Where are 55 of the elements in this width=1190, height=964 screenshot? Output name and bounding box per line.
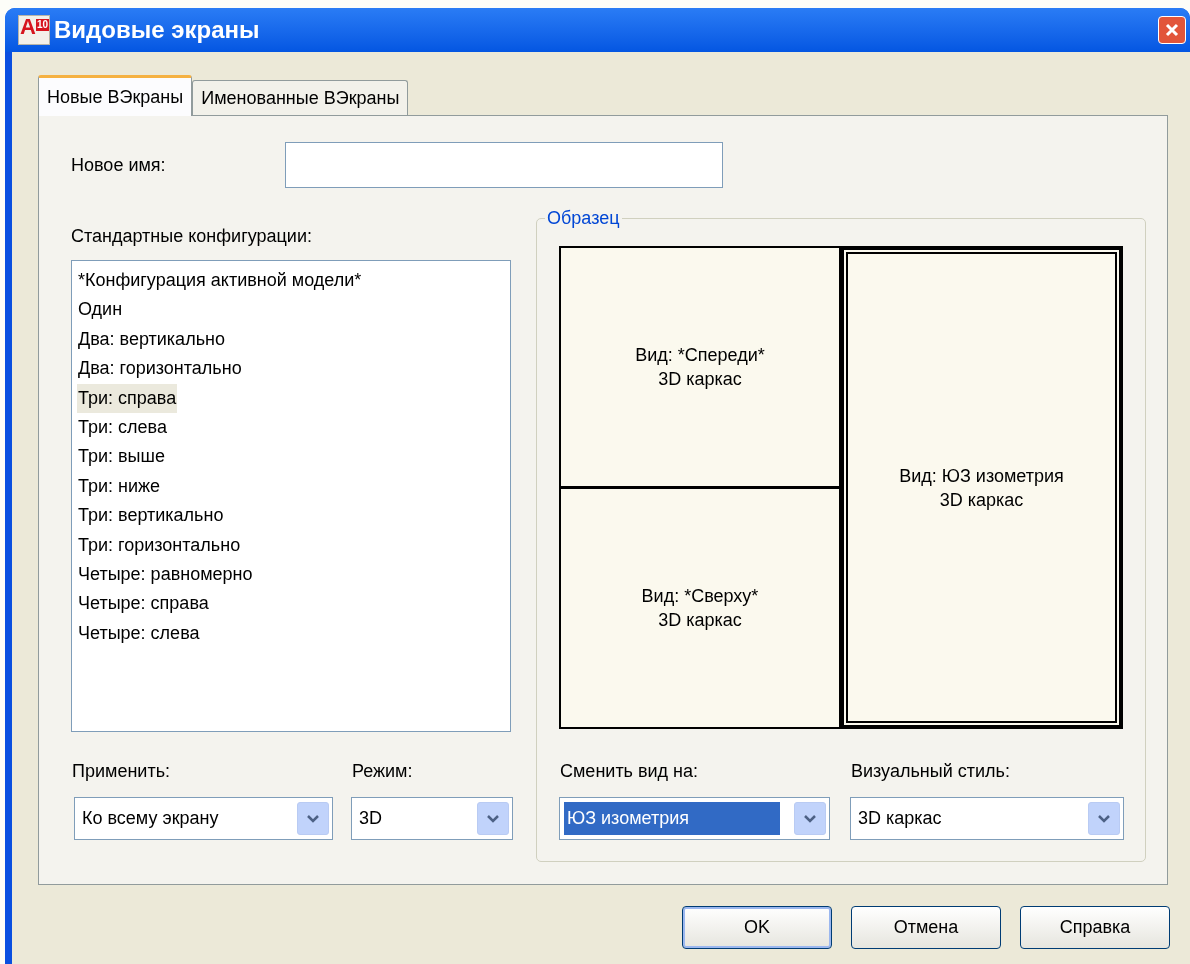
dropdown-value: ЮЗ изометрия [564,802,780,835]
chevron-down-icon [1097,813,1111,824]
tab[interactable]: Новые ВЭкраны [38,75,193,116]
field-label: Применить: [71,760,171,782]
dialog-button[interactable]: OK [682,906,832,949]
dropdown-value: Ко всему экрану [81,807,220,830]
chevron-down-icon [803,813,817,824]
list-item[interactable]: Три: справа [77,383,178,414]
viewport[interactable]: Вид: ЮЗ изометрия 3D каркас [842,248,1121,727]
list-label: Стандартные конфигурации: [71,225,313,247]
close-button[interactable] [1158,16,1186,44]
dropdown-arrow-button[interactable] [794,802,826,835]
list-item[interactable]: Два: вертикально [77,324,226,355]
field-label: Визуальный стиль: [850,760,1011,782]
tab[interactable]: Именованные ВЭкраны [192,80,409,115]
list-item[interactable]: Три: ниже [77,471,162,502]
dialog-button[interactable]: Справка [1020,906,1170,949]
list-item[interactable]: Четыре: справа [77,589,210,619]
name-input-field[interactable] [285,142,723,188]
dropdown-arrow-button[interactable] [477,802,509,835]
window-title: Видовые экраны [54,15,261,45]
viewport[interactable]: Вид: *Спереди* 3D каркас [561,248,839,486]
dialog-button[interactable]: Отмена [851,906,1001,949]
viewport-view: Вид: ЮЗ изометрия [899,464,1064,488]
dropdown-arrow-button[interactable] [1088,802,1120,835]
close-icon [1165,23,1179,37]
viewport-view: Вид: *Сверху* [641,585,759,608]
list-item[interactable]: Три: горизонтально [77,530,242,561]
dropdown-value: 3D каркас [857,807,943,830]
list-item[interactable]: Три: вертикально [77,501,225,531]
dropdown-field[interactable]: Ко всему экрану [74,797,333,840]
list-item[interactable]: Один [77,295,124,325]
dropdown-value: 3D [358,807,383,830]
field-label: Сменить вид на: [559,760,700,782]
viewport[interactable]: Вид: *Сверху* 3D каркас [561,489,839,727]
version-badge: 10 [35,19,49,31]
list-item[interactable]: Четыре: слева [77,618,201,649]
dropdown-field[interactable]: ЮЗ изометрия [559,797,830,840]
field-label: Режим: [351,760,414,782]
viewport-style: 3D каркас [939,488,1024,512]
list-item[interactable]: *Конфигурация активной модели* [77,266,363,296]
dropdown-field[interactable]: 3D каркас [850,797,1124,840]
logo-letter: A [20,14,36,40]
viewport-view: Вид: *Спереди* [635,344,765,367]
list-item[interactable]: Четыре: равномерно [77,560,254,590]
list-item[interactable]: Три: выше [77,442,166,472]
dropdown-field[interactable]: 3D [351,797,513,840]
field-label: Новое имя: [71,153,167,177]
viewport-style: 3D каркас [658,368,742,391]
chevron-down-icon [486,813,500,824]
list-item[interactable]: Два: горизонтально [77,354,243,384]
chevron-down-icon [306,813,320,824]
dropdown-arrow-button[interactable] [297,802,329,835]
viewport-style: 3D каркас [658,609,742,632]
list-item[interactable]: Три: слева [77,413,168,443]
